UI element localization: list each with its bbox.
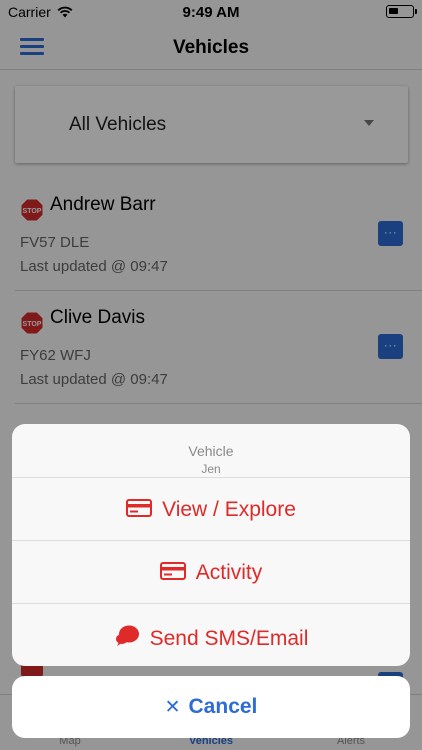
send-sms-email-label: Send SMS/Email xyxy=(149,626,309,650)
cancel-button[interactable]: ✕ Cancel xyxy=(12,676,410,738)
activity-label: Activity xyxy=(195,561,263,584)
activity-button[interactable]: Activity xyxy=(12,541,410,604)
close-icon: ✕ xyxy=(164,696,181,718)
view-explore-label: View / Explore xyxy=(162,498,296,521)
action-sheet-title: Vehicle xyxy=(188,443,234,459)
send-sms-email-button[interactable]: Send SMS/Email xyxy=(12,604,410,666)
chat-bubble-icon xyxy=(114,624,140,653)
card-icon xyxy=(126,498,153,522)
card-icon xyxy=(159,561,186,585)
cancel-label: Cancel xyxy=(188,695,258,718)
action-sheet-subtitle: Jen xyxy=(201,462,221,476)
view-explore-button[interactable]: View / Explore xyxy=(12,478,410,541)
action-sheet: Vehicle Jen View / Explore Activity Send… xyxy=(12,424,410,666)
action-sheet-header: Vehicle Jen xyxy=(12,424,410,478)
